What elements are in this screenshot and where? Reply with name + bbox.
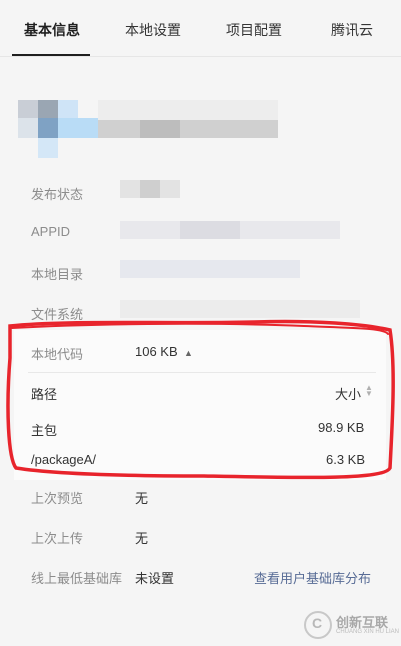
local-dir-label: 本地目录 <box>31 267 84 282</box>
publish-status-label: 发布状态 <box>31 187 84 202</box>
watermark-logo-icon: C <box>304 611 332 639</box>
watermark-logo: C 创新互联 CHUANG XIN HU LIAN <box>300 605 401 646</box>
tab-tencent-cloud[interactable]: 腾讯云 <box>331 20 373 40</box>
watermark-subtext: CHUANG XIN HU LIAN <box>336 629 400 635</box>
appid-label: APPID <box>31 224 71 239</box>
min-lib-label: 线上最低基础库 <box>31 571 123 586</box>
tab-basic-info[interactable]: 基本信息 <box>24 20 80 40</box>
tab-local-settings[interactable]: 本地设置 <box>125 20 181 40</box>
last-preview-label: 上次预览 <box>31 491 84 506</box>
last-upload-label: 上次上传 <box>31 531 84 546</box>
tab-project-config[interactable]: 项目配置 <box>226 20 282 40</box>
view-lib-distribution-link[interactable]: 查看用户基础库分布 <box>254 568 371 587</box>
tabs-divider <box>0 56 401 57</box>
red-annotation-outline <box>6 319 395 480</box>
file-system-value-redacted <box>120 300 360 318</box>
tab-bar: 基本信息 本地设置 项目配置 腾讯云 <box>0 0 401 56</box>
last-preview-value: 无 <box>135 491 149 506</box>
min-lib-value: 未设置 <box>135 571 175 586</box>
local-dir-value-redacted <box>120 260 300 278</box>
last-upload-value: 无 <box>135 531 149 546</box>
